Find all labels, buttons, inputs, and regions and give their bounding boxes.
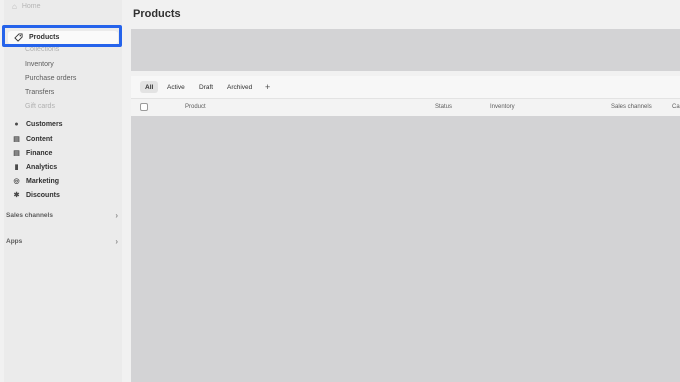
sidebar-item-label: Products (29, 34, 60, 41)
sidebar-item-discounts[interactable]: ✱ Discounts (12, 191, 60, 200)
sidebar-subitem-inventory[interactable]: Inventory (25, 61, 54, 68)
column-header-inventory[interactable]: Inventory (490, 104, 515, 110)
tab-archived[interactable]: Archived (222, 81, 257, 93)
sidebar-item-label: Marketing (26, 177, 60, 185)
sidebar-item-label: Discounts (26, 191, 60, 199)
sidebar-subitem-collections[interactable]: Collections (25, 46, 59, 53)
sidebar-item-analytics[interactable]: ▮ Analytics (12, 163, 58, 172)
column-header-sales-channels[interactable]: Sales channels (611, 104, 652, 110)
discount-icon: ✱ (13, 192, 20, 199)
tag-icon (14, 33, 23, 42)
products-card: All Active Draft Archived + Product Stat… (131, 76, 680, 382)
sidebar-subitem-transfers[interactable]: Transfers (25, 89, 54, 96)
tab-draft[interactable]: Draft (194, 81, 218, 93)
sidebar-subitem-purchase-orders[interactable]: Purchase orders (25, 75, 76, 82)
sidebar-item-label: Finance (26, 149, 53, 157)
person-icon: ● (14, 121, 19, 128)
column-header-status[interactable]: Status (435, 104, 452, 110)
column-header-product[interactable]: Product (185, 104, 206, 110)
section-label: Sales channels (6, 212, 53, 219)
banner-placeholder (131, 29, 680, 71)
chevron-right-icon: › (115, 211, 118, 220)
column-header-category[interactable]: Ca (672, 104, 680, 110)
sidebar-section-apps[interactable]: Apps › (6, 237, 118, 246)
sidebar-item-home[interactable]: ⌂ Home (12, 2, 41, 11)
sidebar-item-label: Content (26, 135, 53, 143)
add-view-button[interactable]: + (265, 81, 270, 93)
sidebar-item-label: Customers (26, 121, 63, 128)
page-title: Products (133, 8, 181, 20)
table-header: Product Status Inventory Sales channels … (131, 98, 680, 116)
target-icon: ◎ (13, 178, 20, 185)
sidebar-item-label: Analytics (26, 163, 58, 171)
tab-all[interactable]: All (140, 81, 159, 93)
sidebar-item-customers[interactable]: ● Customers (12, 121, 63, 128)
chevron-right-icon: › (115, 237, 118, 246)
sidebar-section-sales-channels[interactable]: Sales channels › (6, 211, 118, 220)
sidebar-subitem-gift-cards[interactable]: Gift cards (25, 103, 55, 110)
bar-chart-icon: ▮ (14, 164, 19, 171)
tabs-bar: All Active Draft Archived + (131, 76, 680, 98)
sidebar: ⌂ Home Collections Products Inventory Pu… (4, 0, 122, 382)
section-label: Apps (6, 238, 23, 245)
bank-icon: ▤ (13, 150, 20, 157)
content-icon: ▤ (13, 136, 20, 143)
sidebar-item-marketing[interactable]: ◎ Marketing (12, 177, 60, 186)
sidebar-item-finance[interactable]: ▤ Finance (12, 149, 53, 158)
sidebar-item-label: Home (21, 3, 41, 10)
sidebar-item-content[interactable]: ▤ Content (12, 135, 53, 144)
home-icon: ⌂ (12, 2, 17, 11)
tab-active[interactable]: Active (162, 81, 190, 93)
select-all-checkbox[interactable] (140, 103, 148, 111)
sidebar-item-products[interactable]: Products (8, 31, 118, 44)
